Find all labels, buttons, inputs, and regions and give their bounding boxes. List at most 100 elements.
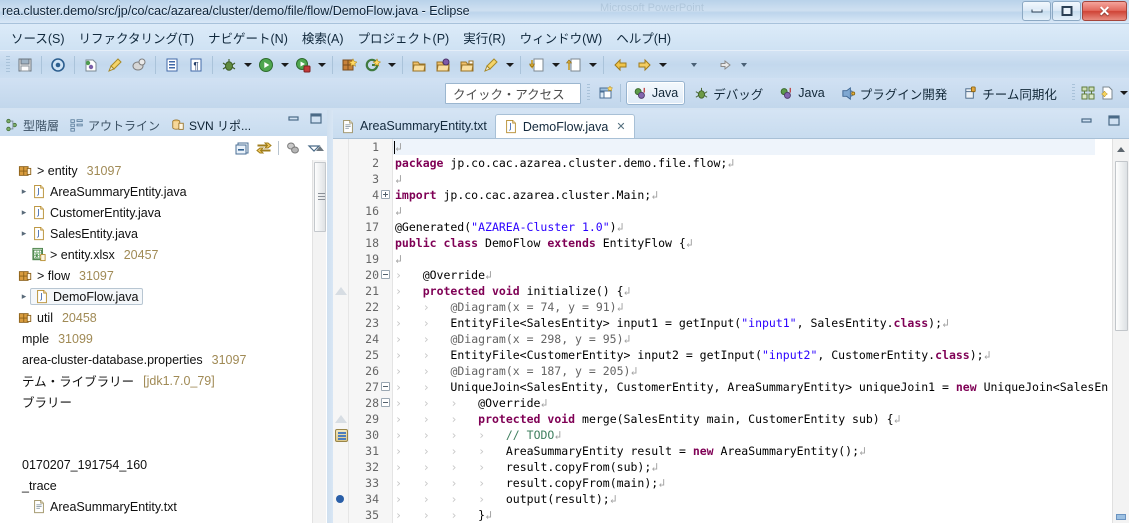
tree-item[interactable]: ▸ J DemoFlow.java <box>0 286 312 307</box>
overview-marker[interactable] <box>1116 514 1126 520</box>
scrollbar-thumb[interactable] <box>1115 161 1128 331</box>
link-with-editor-icon[interactable] <box>256 141 272 155</box>
update-dropdown-icon[interactable] <box>586 54 599 76</box>
debug-dropdown-icon[interactable] <box>241 54 254 76</box>
close-button[interactable]: ✕ <box>1082 1 1127 21</box>
fold-collapse-icon[interactable] <box>381 398 390 407</box>
code-line[interactable]: › › UniqueJoin<SalesEntity, CustomerEnti… <box>395 379 1108 395</box>
new-wizard-icon[interactable] <box>1099 82 1117 104</box>
tree-item[interactable]: 0170207_191754_160 <box>0 454 312 475</box>
menu-search[interactable]: 検索(A) <box>295 25 351 50</box>
maximize-view-icon[interactable] <box>1107 115 1121 127</box>
scroll-up-arrow[interactable] <box>1117 147 1125 152</box>
new-wizard-dropdown-icon[interactable] <box>1118 82 1129 104</box>
tree-item[interactable] <box>0 433 312 454</box>
override-marker-icon[interactable] <box>335 415 347 423</box>
editor-tab-2[interactable]: J DemoFlow.java ✕ <box>494 114 635 138</box>
tree-item[interactable] <box>0 412 312 433</box>
external-tools-icon[interactable] <box>362 54 384 76</box>
perspective-grip-2[interactable] <box>1071 84 1076 102</box>
code-line[interactable]: › › › }↲ <box>395 507 492 523</box>
save-icon[interactable] <box>14 54 36 76</box>
editor-tab-1[interactable]: AreaSummaryEntity.txt <box>333 114 495 138</box>
maximize-view-icon[interactable] <box>309 113 323 125</box>
code-line[interactable]: @Generated("AZAREA-Cluster 1.0")↲ <box>395 219 624 235</box>
code-line[interactable]: › › @Diagram(x = 298, y = 95)↲ <box>395 331 630 347</box>
code-line[interactable]: › › EntityFile<CustomerEntity> input2 = … <box>395 347 991 363</box>
filter-icon[interactable] <box>285 141 301 155</box>
code-line[interactable]: ↲ <box>395 139 402 155</box>
editor-marker-ruler[interactable] <box>333 139 349 523</box>
code-line[interactable]: ↲ <box>395 171 402 187</box>
search-dropdown-icon[interactable] <box>503 54 516 76</box>
perspective-2[interactable]: デバッグ <box>687 81 770 105</box>
tree-item[interactable]: ブラリー <box>0 391 312 412</box>
menu-refactor[interactable]: リファクタリング(T) <box>72 25 201 50</box>
forward-nav-dropdown-icon[interactable] <box>737 54 750 76</box>
debug-icon[interactable] <box>218 54 240 76</box>
menu-project[interactable]: プロジェクト(P) <box>351 25 457 50</box>
code-line[interactable]: › › EntityFile<SalesEntity> input1 = get… <box>395 315 949 331</box>
quick-access-input[interactable]: クイック・アクセス <box>445 82 581 104</box>
tree-twisty-icon[interactable]: ▸ <box>16 186 32 197</box>
editor-folding-ruler[interactable] <box>379 139 393 523</box>
left-tab-2[interactable]: アウトライン <box>65 114 166 136</box>
editor-vertical-scrollbar[interactable] <box>1112 139 1129 523</box>
code-line[interactable]: ↲ <box>395 251 402 267</box>
code-line[interactable]: package jp.co.cac.azarea.cluster.demo.fi… <box>395 155 734 171</box>
tree-item[interactable]: ▸ J CustomerEntity.java <box>0 202 312 223</box>
scrollbar-thumb[interactable] <box>314 162 326 232</box>
todo-marker-icon[interactable] <box>335 429 348 442</box>
editor-code[interactable]: ↲ package jp.co.cac.azarea.cluster.demo.f… <box>393 139 1112 523</box>
code-line[interactable]: › › @Diagram(x = 187, y = 205)↲ <box>395 363 637 379</box>
tree-item[interactable]: ▸ J SalesEntity.java <box>0 223 312 244</box>
editor-body[interactable]: 1 2 3 4 16 17 18 19 20 21 22 23 24 25 26 27 28 29 30 31 32 33… <box>333 138 1129 523</box>
perspective-grip[interactable] <box>586 84 590 102</box>
tree-item[interactable]: area-cluster-database.properties 31097 <box>0 349 312 370</box>
code-line[interactable]: › › › › result.copyFrom(sub);↲ <box>395 459 658 475</box>
bookmark-marker-icon[interactable] <box>336 495 344 503</box>
tree-item[interactable]: util 20458 <box>0 307 312 328</box>
quick-fix-icon[interactable] <box>104 54 126 76</box>
tree-item[interactable]: > entity 31097 <box>0 160 312 181</box>
menu-run[interactable]: 実行(R) <box>456 25 512 50</box>
run-dropdown-icon[interactable] <box>278 54 291 76</box>
code-line[interactable]: › @Override↲ <box>395 267 492 283</box>
run-icon[interactable] <box>255 54 277 76</box>
perspective-3[interactable]: Java <box>772 81 831 105</box>
menu-help[interactable]: ヘルプ(H) <box>609 25 678 50</box>
open-perspective-icon[interactable] <box>597 82 615 104</box>
annotation-icon[interactable] <box>128 54 150 76</box>
forward-icon[interactable] <box>633 54 655 76</box>
show-whitespace-icon[interactable]: ¶ <box>185 54 207 76</box>
code-line[interactable]: ↲ <box>395 203 402 219</box>
fold-collapse-icon[interactable] <box>381 382 390 391</box>
tree-item[interactable]: X > entity.xlsx 20457 <box>0 244 312 265</box>
update-icon[interactable] <box>563 54 585 76</box>
history-dropdown-icon[interactable] <box>656 54 669 76</box>
perspective-4[interactable]: プラグイン開発 <box>834 81 955 105</box>
coverage-icon[interactable] <box>292 54 314 76</box>
new-package-icon[interactable] <box>338 54 360 76</box>
code-line[interactable]: › › @Diagram(x = 74, y = 91)↲ <box>395 299 624 315</box>
fold-collapse-icon[interactable] <box>381 270 390 279</box>
tree-twisty-icon[interactable]: ▸ <box>16 228 32 239</box>
code-line[interactable]: › protected void initialize() {↲ <box>395 283 630 299</box>
search-icon[interactable] <box>480 54 502 76</box>
code-line[interactable]: › › › › output(result);↲ <box>395 491 617 507</box>
left-tab-3[interactable]: SVN リポ... <box>166 114 257 136</box>
open-resource-icon[interactable] <box>456 54 478 76</box>
perspective-5[interactable]: チーム同期化 <box>956 81 1064 105</box>
collapse-all-icon[interactable] <box>235 141 250 155</box>
print-icon[interactable] <box>47 54 69 76</box>
code-line[interactable]: › › › › // TODO↲ <box>395 427 561 443</box>
minimize-view-icon[interactable] <box>1080 115 1094 127</box>
tree-item[interactable]: > flow 31097 <box>0 265 312 286</box>
left-panel-scrollbar[interactable] <box>312 146 326 523</box>
open-type-icon[interactable] <box>408 54 430 76</box>
tree-item[interactable]: _trace <box>0 475 312 496</box>
package-explorer-tree[interactable]: > entity 31097 ▸ J AreaSummaryEntity.java ▸ J C… <box>0 160 312 523</box>
fold-expand-icon[interactable] <box>381 190 390 199</box>
toggle-block-selection-icon[interactable] <box>161 54 183 76</box>
menu-navigate[interactable]: ナビゲート(N) <box>201 25 295 50</box>
